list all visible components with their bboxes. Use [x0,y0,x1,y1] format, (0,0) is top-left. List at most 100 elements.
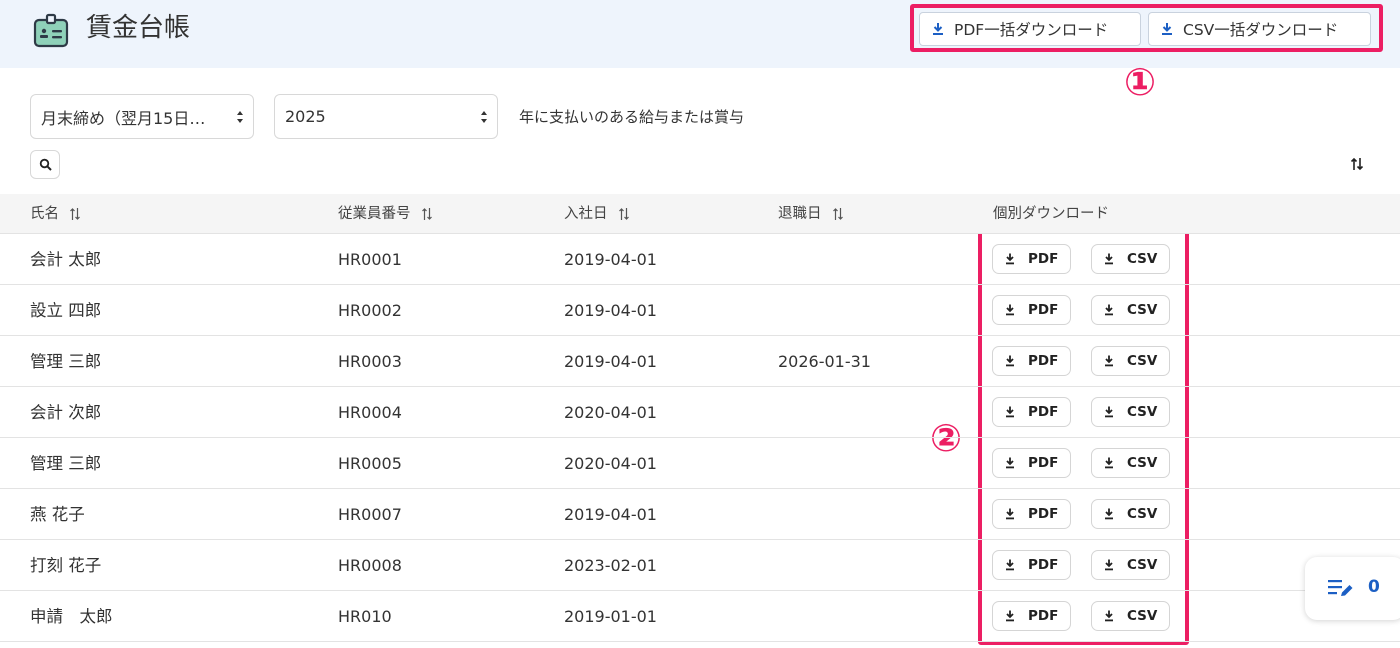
employee-name: 会計 次郎 [30,403,102,422]
download-icon [1006,253,1014,265]
pdf-download-button[interactable]: PDF [992,550,1071,580]
download-icon [1006,406,1014,418]
column-header-join-date[interactable]: 入社日 [564,194,630,234]
table-row: 打刻 花子 HR0008 2023-02-01 PDF CSV [0,540,1400,591]
table-row: 管理 三郎 HR0003 2019-04-01 2026-01-31 PDF C… [0,336,1400,387]
csv-download-label: CSV [1127,608,1158,624]
closing-period-select[interactable]: 月末締め（翌月15日… [30,94,254,139]
download-icon [1105,253,1113,265]
csv-download-button[interactable]: CSV [1091,244,1170,274]
callout-box-1 [910,4,1383,52]
csv-download-label: CSV [1127,251,1158,267]
download-icon [1105,304,1113,316]
join-date: 2023-02-01 [564,556,657,575]
table-row: 管理 三郎 HR0005 2020-04-01 PDF CSV [0,438,1400,489]
csv-download-button[interactable]: CSV [1091,397,1170,427]
sort-toggle-icon[interactable] [1349,156,1365,172]
csv-download-button[interactable]: CSV [1091,346,1170,376]
download-icon [1006,457,1014,469]
edit-count: 0 [1368,577,1380,597]
employee-name: 申請 太郎 [30,607,113,626]
employee-id: HR0005 [338,454,402,473]
pdf-download-label: PDF [1028,557,1059,573]
join-date: 2019-04-01 [564,301,657,320]
pdf-download-button[interactable]: PDF [992,448,1071,478]
select-caret-icon [481,111,487,123]
table-row: 会計 次郎 HR0004 2020-04-01 PDF CSV [0,387,1400,438]
download-icon [1105,610,1113,622]
search-button[interactable] [30,150,60,179]
join-date: 2020-04-01 [564,403,657,422]
pdf-download-label: PDF [1028,302,1059,318]
employee-name: 設立 四郎 [30,301,102,320]
pdf-download-label: PDF [1028,251,1059,267]
employee-id: HR0003 [338,352,402,371]
download-icon [1105,559,1113,571]
pdf-download-button[interactable]: PDF [992,601,1071,631]
join-date: 2019-04-01 [564,352,657,371]
table-row: 申請 太郎 HR010 2019-01-01 PDF CSV [0,591,1400,642]
year-value: 2025 [285,107,326,126]
download-icon [1105,355,1113,367]
year-select[interactable]: 2025 [274,94,498,139]
sort-icon[interactable] [832,207,844,221]
csv-download-button[interactable]: CSV [1091,295,1170,325]
sort-icon[interactable] [69,207,81,221]
csv-download-label: CSV [1127,353,1158,369]
employee-id: HR0002 [338,301,402,320]
join-date: 2019-04-01 [564,250,657,269]
pdf-download-button[interactable]: PDF [992,499,1071,529]
join-date: 2019-04-01 [564,505,657,524]
csv-download-label: CSV [1127,302,1158,318]
closing-period-value: 月末締め（翌月15日… [41,108,206,128]
employee-id: HR0007 [338,505,402,524]
column-header-download: 個別ダウンロード [993,206,1109,222]
column-header-name[interactable]: 氏名 [30,194,81,234]
select-caret-icon [237,111,243,123]
download-icon [1105,508,1113,520]
csv-download-button[interactable]: CSV [1091,448,1170,478]
leave-date: 2026-01-31 [778,352,871,371]
pdf-download-label: PDF [1028,455,1059,471]
pdf-download-button[interactable]: PDF [992,244,1071,274]
employee-name: 管理 三郎 [30,352,102,371]
csv-download-button[interactable]: CSV [1091,499,1170,529]
sort-icon[interactable] [618,207,630,221]
pdf-download-label: PDF [1028,353,1059,369]
pdf-download-button[interactable]: PDF [992,397,1071,427]
employee-id: HR0004 [338,403,402,422]
employee-name: 会計 太郎 [30,250,102,269]
column-header-name-label: 氏名 [30,206,59,222]
download-icon [1105,457,1113,469]
column-header-leave-date[interactable]: 退職日 [778,194,844,234]
table-row: 燕 花子 HR0007 2019-04-01 PDF CSV [0,489,1400,540]
download-icon [1006,355,1014,367]
employee-id: HR0008 [338,556,402,575]
csv-download-button[interactable]: CSV [1091,601,1170,631]
table-row: 会計 太郎 HR0001 2019-04-01 PDF CSV [0,234,1400,285]
pdf-download-button[interactable]: PDF [992,346,1071,376]
pdf-download-button[interactable]: PDF [992,295,1071,325]
employee-name: 管理 三郎 [30,454,102,473]
page-title: 賃金台帳 [86,13,191,43]
csv-download-label: CSV [1127,404,1158,420]
search-icon [39,158,52,171]
pdf-download-label: PDF [1028,506,1059,522]
year-filter-note: 年に支払いのある給与または賞与 [519,108,745,126]
download-icon [1006,304,1014,316]
column-header-join-date-label: 入社日 [564,206,608,222]
column-header-leave-date-label: 退職日 [778,206,822,222]
employee-name: 燕 花子 [30,505,85,524]
pdf-download-label: PDF [1028,404,1059,420]
pdf-download-label: PDF [1028,608,1059,624]
join-date: 2020-04-01 [564,454,657,473]
csv-download-button[interactable]: CSV [1091,550,1170,580]
table-row: 設立 四郎 HR0002 2019-04-01 PDF CSV [0,285,1400,336]
employee-id: HR010 [338,607,392,626]
csv-download-label: CSV [1127,506,1158,522]
download-icon [1006,610,1014,622]
column-header-employee-id[interactable]: 従業員番号 [338,194,433,234]
edit-list-icon [1328,580,1353,596]
floating-edit-counter[interactable]: 0 [1305,557,1400,620]
sort-icon[interactable] [421,207,433,221]
